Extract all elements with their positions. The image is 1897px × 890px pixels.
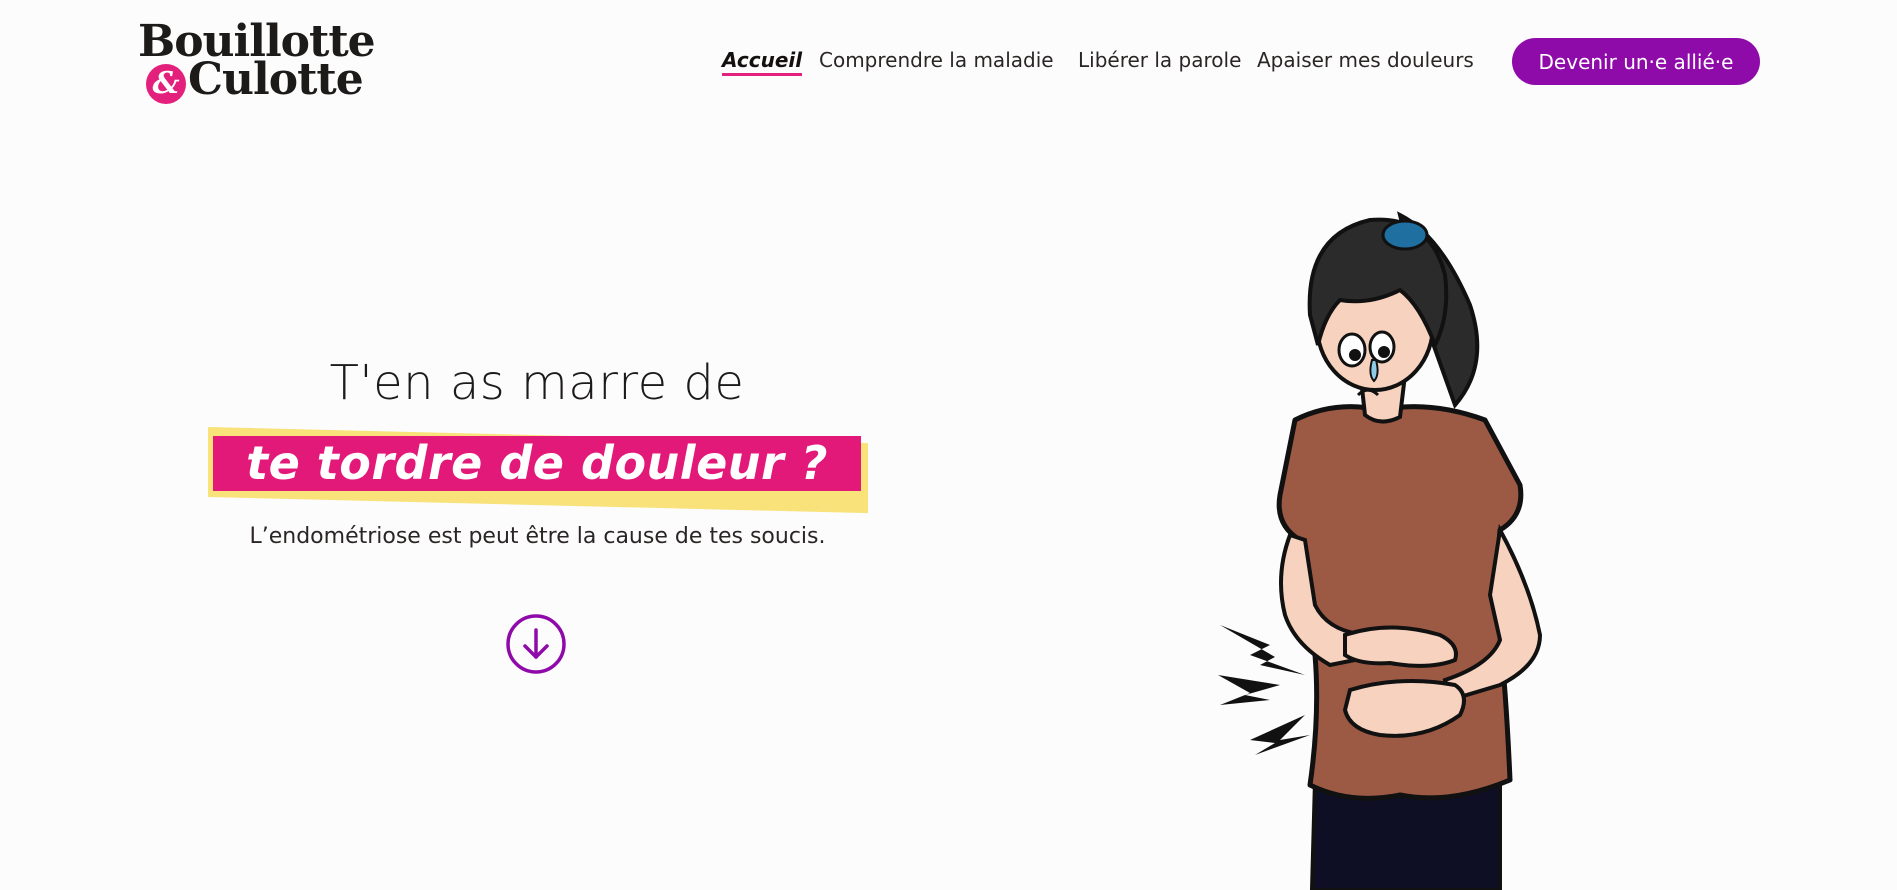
hero-highlight: te tordre de douleur ? [208, 425, 868, 514]
become-ally-button[interactable]: Devenir un·e allié·e [1512, 38, 1760, 85]
nav-item-apaiser-mes-douleurs[interactable]: Apaiser mes douleurs [1257, 48, 1474, 72]
hero-title: T'en as marre de [329, 355, 745, 411]
logo-word-culotte: Culotte [188, 54, 364, 105]
hero-highlight-text: te tordre de douleur ? [246, 436, 828, 490]
hero-subtitle: L’endométriose est peut être la cause de… [249, 524, 826, 549]
arrow-down-circle-icon [506, 614, 566, 674]
scroll-down-button[interactable] [506, 614, 566, 674]
logo-ampersand-icon: & [146, 64, 186, 104]
woman-stomach-pain-illustration [1218, 211, 1543, 890]
nav-item-comprendre-la-maladie[interactable]: Comprendre la maladie [819, 48, 1054, 72]
brand-logo[interactable]: Bouillotte & Culotte [138, 14, 376, 106]
nav-item-accueil[interactable]: Accueil [722, 48, 803, 76]
nav-item-liberer-la-parole[interactable]: Libérer la parole [1078, 48, 1241, 72]
